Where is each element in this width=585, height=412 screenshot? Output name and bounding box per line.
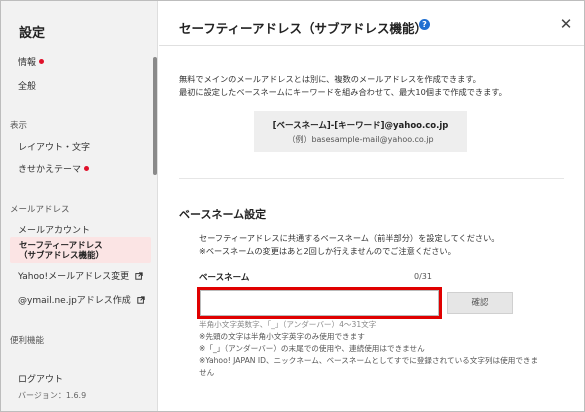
sidebar-section-mail: メールアドレス <box>10 205 70 215</box>
sidebar-item-theme[interactable]: きせかえテーマ <box>18 162 90 175</box>
sidebar-item-ymail-create[interactable]: @ymail.ne.jpアドレス作成 <box>18 293 145 306</box>
help-icon[interactable]: ? <box>419 19 430 30</box>
sidebar-scrollbar[interactable] <box>153 57 157 175</box>
basename-label: ベースネーム <box>199 273 250 283</box>
notification-dot-icon <box>84 166 90 171</box>
version-text: バージョン：1.6.9 <box>18 391 87 400</box>
confirm-button[interactable]: 確認 <box>447 292 513 314</box>
character-counter: 0/31 <box>414 272 432 281</box>
sidebar-item-label-line1: セーフティーアドレス <box>19 241 103 251</box>
settings-panel: セーフティーアドレス（サブアドレス機能） ? ✕ 無料でメインのメールアドレスと… <box>159 1 584 411</box>
external-link-icon <box>135 271 143 280</box>
basename-section-title: ベースネーム設定 <box>179 208 267 221</box>
rule-line: せん <box>199 368 215 377</box>
sidebar-item-label: @ymail.ne.jpアドレス作成 <box>18 296 131 306</box>
format-text: [ベースネーム]-[キーワード]@yahoo.co.jp <box>272 121 449 131</box>
sidebar-item-yahoo-address-change[interactable]: Yahoo!メールアドレス変更 <box>18 269 143 282</box>
sidebar-item-label: メールアカウント <box>18 226 91 236</box>
header-divider <box>159 45 584 46</box>
basename-input[interactable] <box>200 290 439 316</box>
section-divider <box>179 178 564 179</box>
basename-description: セーフティーアドレスに共通するベースネーム（前半部分）を設定してください。 ※ベ… <box>199 232 499 258</box>
sidebar-item-label: 全般 <box>18 82 37 92</box>
sidebar-section-display: 表示 <box>10 121 28 131</box>
sidebar-item-layout[interactable]: レイアウト・文字 <box>18 140 90 153</box>
sidebar-item-label: 情報 <box>18 58 37 68</box>
sidebar-title: 設定 <box>19 26 46 41</box>
rule-line: ※「_」（アンダーバー）の末尾での使用や、連続使用はできません <box>199 344 425 353</box>
close-button[interactable]: ✕ <box>557 15 575 33</box>
page-title: セーフティーアドレス（サブアドレス機能） <box>179 21 428 36</box>
logout-link[interactable]: ログアウト <box>18 372 63 385</box>
settings-sidebar: 設定 情報 全般 表示 レイアウト・文字 きせかえテーマ メールアドレス メール… <box>1 1 158 411</box>
intro-line-2: 最初に設定したベースネームにキーワードを組み合わせて、最大10個まで作成できます… <box>179 87 507 97</box>
basename-input-highlight <box>197 287 442 319</box>
sidebar-item-label: Yahoo!メールアドレス変更 <box>18 272 130 282</box>
sidebar-section-utilities: 便利機能 <box>10 336 45 346</box>
sidebar-item-mail-account[interactable]: メールアカウント <box>18 223 90 236</box>
basename-desc-line-1: セーフティーアドレスに共通するベースネーム（前半部分）を設定してください。 <box>199 233 500 243</box>
format-sample: （例）basesample-mail@yahoo.co.jp <box>287 135 434 144</box>
notification-dot-icon <box>39 59 45 64</box>
sidebar-item-label-line2: （サブアドレス機能） <box>19 251 105 261</box>
sidebar-item-safety-address[interactable]: セーフティーアドレス （サブアドレス機能） <box>19 241 104 261</box>
sidebar-item-label: きせかえテーマ <box>18 165 82 175</box>
sidebar-item-general[interactable]: 全般 <box>18 79 36 92</box>
sidebar-item-label: レイアウト・文字 <box>18 143 91 153</box>
input-rules: 半角小文字英数字、「_」（アンダーバー）4～31文字 ※先頭の文字は半角小文字英… <box>199 319 538 379</box>
external-link-icon <box>136 295 145 304</box>
basename-desc-line-2: ※ベースネームの変更はあと2回しか行えませんのでご注意ください。 <box>199 246 456 256</box>
rule-line: 半角小文字英数字、「_」（アンダーバー）4～31文字 <box>199 320 377 329</box>
rule-line: ※Yahoo! JAPAN ID、ニックネーム、ベースネームとしてすでに登録され… <box>199 356 539 365</box>
sidebar-item-info[interactable]: 情報 <box>18 55 45 68</box>
rule-line: ※先頭の文字は半角小文字英字のみ使用できます <box>199 332 365 341</box>
intro-description: 無料でメインのメールアドレスとは別に、複数のメールアドレスを作成できます。 最初… <box>179 73 507 99</box>
address-format-example: [ベースネーム]-[キーワード]@yahoo.co.jp （例）basesamp… <box>254 111 467 152</box>
intro-line-1: 無料でメインのメールアドレスとは別に、複数のメールアドレスを作成できます。 <box>179 74 481 84</box>
